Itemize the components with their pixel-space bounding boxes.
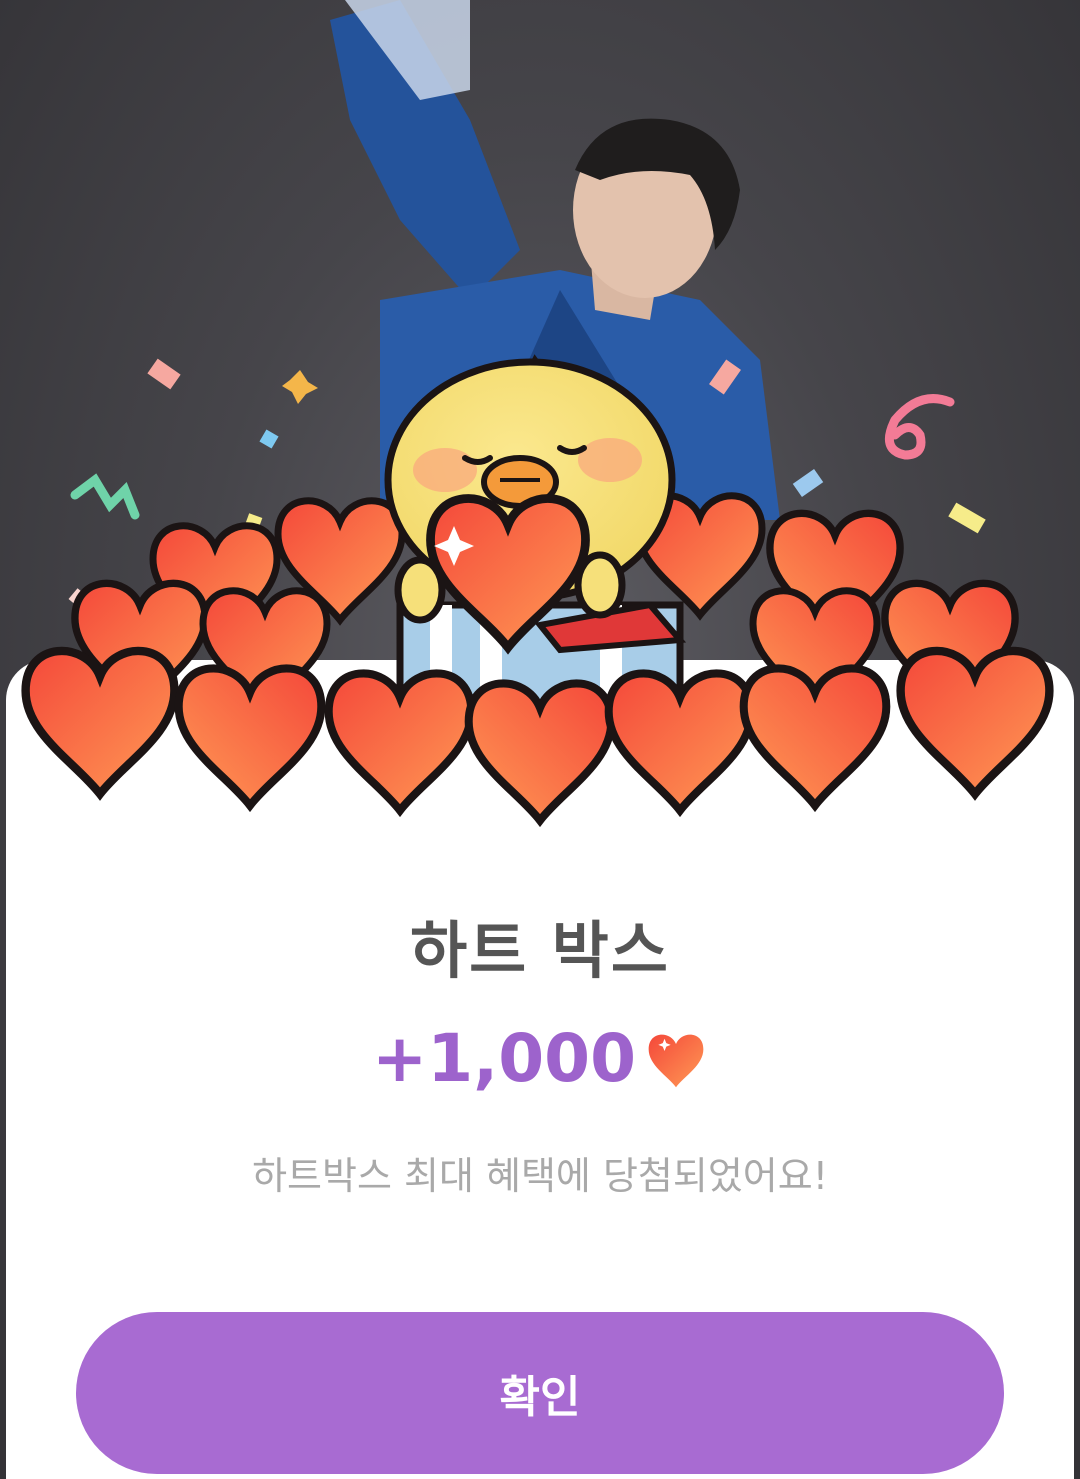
heart-box-illustration: [0, 354, 1080, 840]
popup-title: 하트 박스: [410, 914, 670, 987]
reward-row: +1,000: [0, 1020, 1080, 1097]
heart-icon: [648, 1034, 704, 1087]
reward-amount: +1,000: [371, 1020, 637, 1097]
confirm-button[interactable]: 확인: [76, 1312, 1004, 1474]
reward-message: 하트박스 최대 혜택에 당첨되었어요!: [252, 1154, 828, 1198]
popup-screen: 하트 박스 +1,000 하트박스 최대 혜택에 당첨되었어요! 확인: [0, 0, 1080, 1479]
